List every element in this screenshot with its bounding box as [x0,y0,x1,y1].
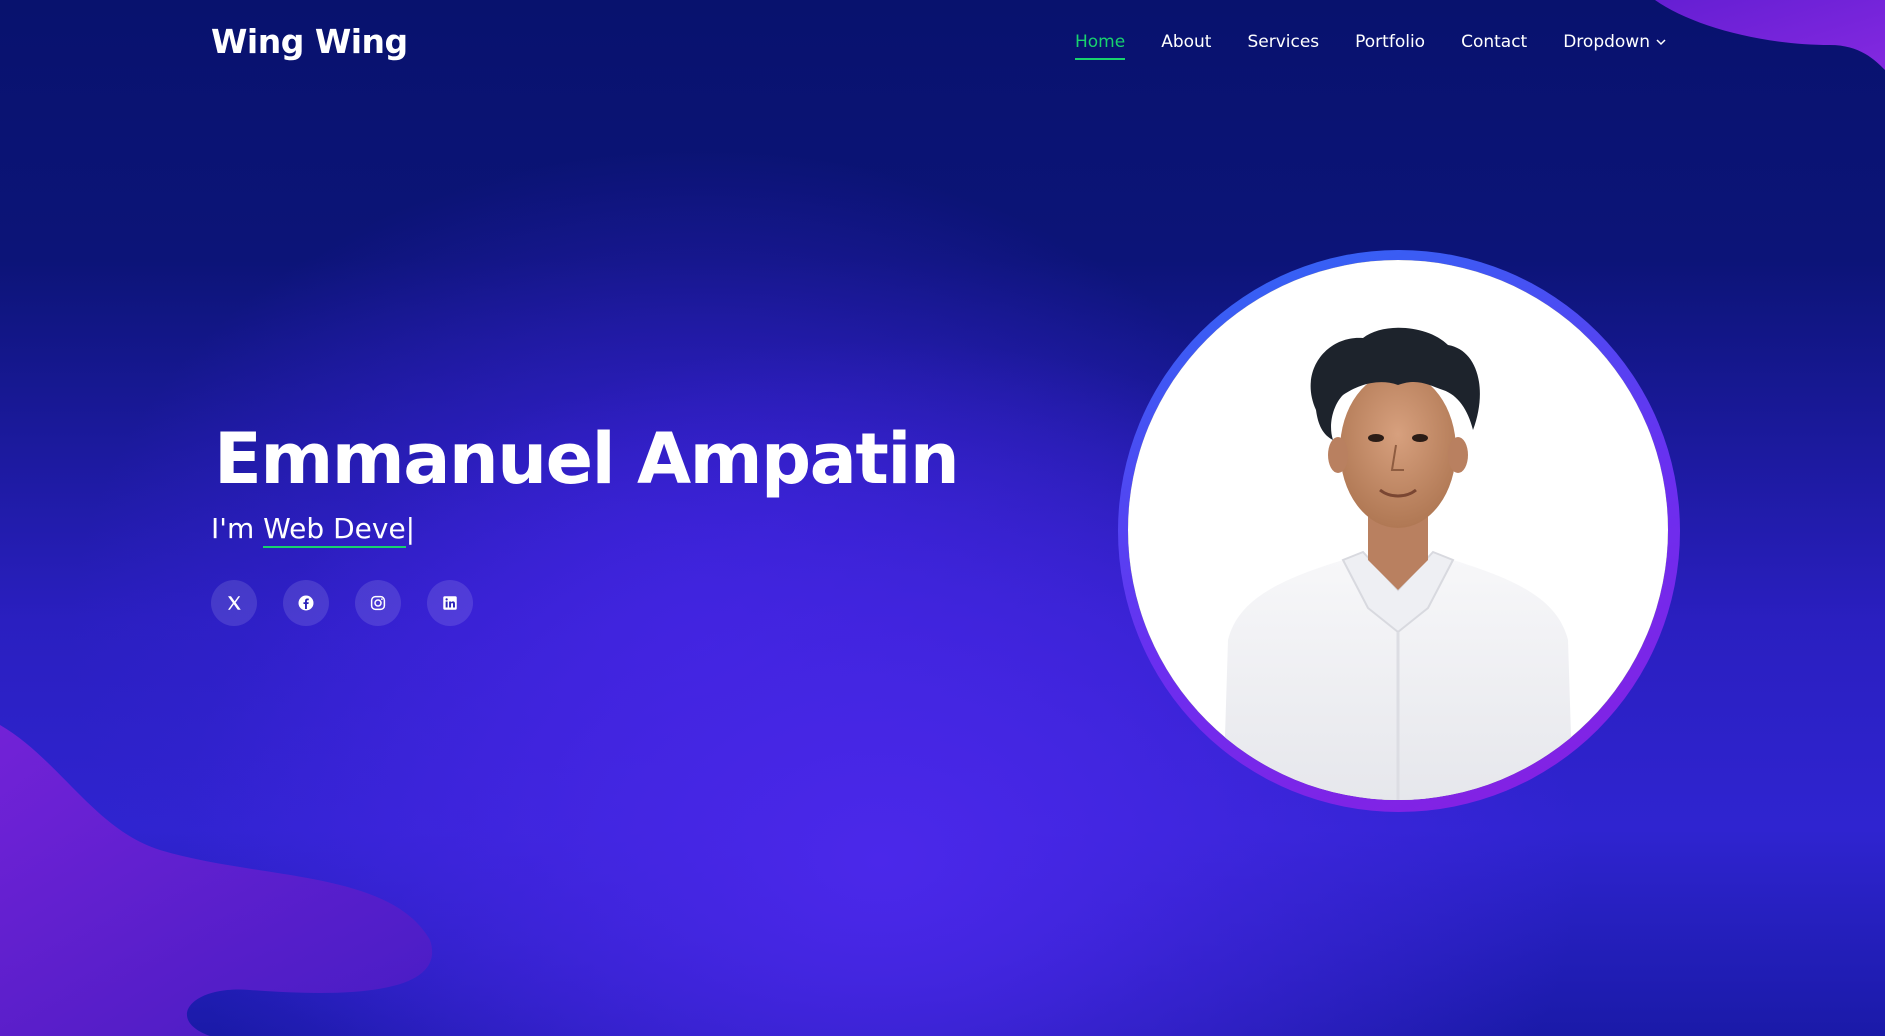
hero-name: Emmanuel Ampatin [214,418,960,500]
site-logo[interactable]: Wing Wing [211,22,408,61]
chevron-down-icon [1656,39,1666,46]
main-nav: Home About Services Portfolio Contact Dr… [1039,32,1667,60]
social-facebook-button[interactable] [283,580,329,626]
site-header: Wing Wing Home About Services Portfolio … [0,0,1885,92]
typed-role: Web Deve [263,512,406,548]
nav-home[interactable]: Home [1074,32,1126,60]
linkedin-icon [443,596,457,610]
hero-intro: I'm [211,512,255,545]
social-links [211,580,499,626]
x-twitter-icon [228,596,241,610]
nav-contact[interactable]: Contact [1461,32,1527,60]
facebook-icon [298,595,314,611]
social-linkedin-button[interactable] [427,580,473,626]
nav-dropdown[interactable]: Dropdown [1563,32,1667,60]
hero-subtitle: I'm Web Deve| [211,512,416,548]
profile-photo [1128,260,1668,800]
person-portrait [1128,260,1668,800]
typed-cursor: | [405,512,416,545]
instagram-icon [370,595,386,611]
profile-frame [1118,250,1680,812]
nav-about[interactable]: About [1161,32,1211,60]
nav-services[interactable]: Services [1247,32,1319,60]
social-x-button[interactable] [211,580,257,626]
nav-portfolio[interactable]: Portfolio [1355,32,1425,60]
social-instagram-button[interactable] [355,580,401,626]
